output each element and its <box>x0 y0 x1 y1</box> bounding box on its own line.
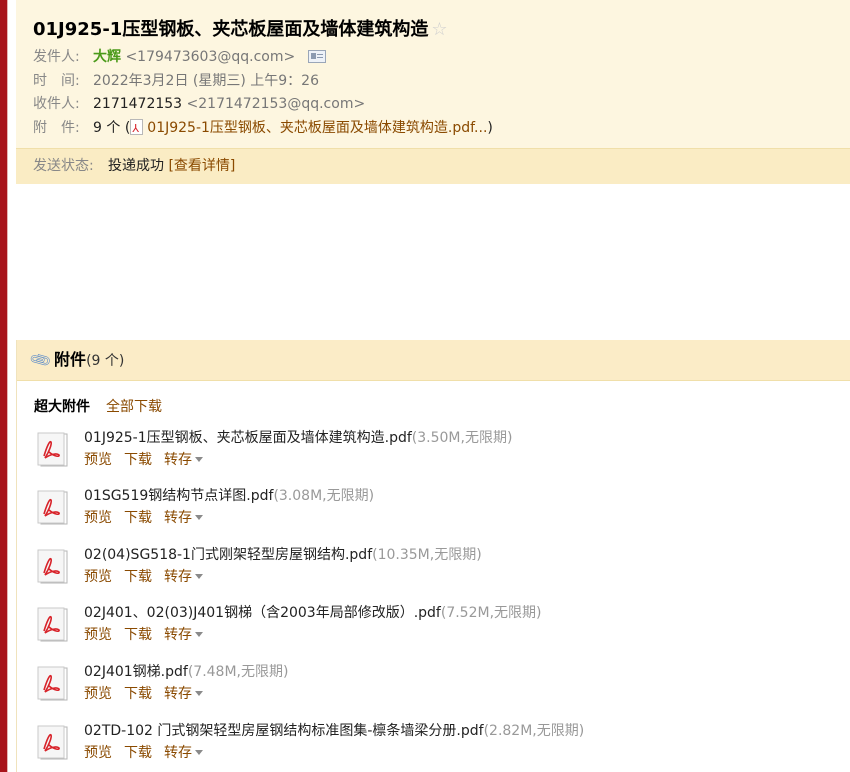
sender-label: 发件人: <box>33 49 80 65</box>
save-to-link[interactable]: 转存 <box>164 745 192 761</box>
left-accent-bar <box>0 0 8 772</box>
download-link[interactable]: 下载 <box>124 510 152 526</box>
attachment-size-expiry: (2.82M,无限期) <box>483 723 585 739</box>
pdf-icon <box>130 118 144 140</box>
preview-link[interactable]: 预览 <box>84 510 112 526</box>
recipient-row: 收件人: 2171472153 <2171472153@qq.com> <box>33 93 365 115</box>
pdf-file-icon <box>37 549 68 584</box>
pdf-file-icon <box>37 490 68 525</box>
chevron-down-icon[interactable] <box>195 457 203 462</box>
sender-name[interactable]: 大辉 <box>93 49 121 65</box>
attachments-panel: 📎︎附件(9 个) 超大附件 全部下载 01J925-1压型钢板、夹芯板屋面及墙体… <box>16 340 850 772</box>
attachment-item: 02TD-102 门式钢架轻型房屋钢结构标准图集-檩条墙梁分册.pdf(2.82… <box>37 720 837 770</box>
download-link[interactable]: 下载 <box>124 569 152 585</box>
attachment-actions: 预览 下载 转存 <box>84 624 203 644</box>
attachment-item: 02(04)SG518-1门式刚架轻型房屋钢结构.pdf(10.35M,无限期)… <box>37 544 837 594</box>
delivery-status-bar: 发送状态: 投递成功 [查看详情] <box>16 148 850 184</box>
attachment-name-line: 01SG519钢结构节点详图.pdf(3.08M,无限期) <box>84 485 374 505</box>
attachment-name-line: 02J401钢梯.pdf(7.48M,无限期) <box>84 661 288 681</box>
attachment-item: 02J401钢梯.pdf(7.48M,无限期) 预览 下载 转存 <box>37 661 837 711</box>
subject-text: 01J925-1压型钢板、夹芯板屋面及墙体建筑构造 <box>33 19 429 40</box>
chevron-down-icon[interactable] <box>195 574 203 579</box>
attachment-filename[interactable]: 02J401钢梯.pdf <box>84 664 188 680</box>
attachment-close-paren: ) <box>487 120 493 136</box>
chevron-down-icon[interactable] <box>195 691 203 696</box>
attachment-filename[interactable]: 02J401、02(03)J401钢梯（含2003年局部修改版）.pdf <box>84 605 441 621</box>
attachment-size-expiry: (7.52M,无限期) <box>440 605 542 621</box>
attachment-first-file-link[interactable]: 01J925-1压型钢板、夹芯板屋面及墙体建筑构造.pdf... <box>147 120 487 136</box>
chevron-down-icon[interactable] <box>195 750 203 755</box>
attachment-name-line: 02J401、02(03)J401钢梯（含2003年局部修改版）.pdf(7.5… <box>84 602 541 622</box>
preview-link[interactable]: 预览 <box>84 686 112 702</box>
time-row: 时 间: 2022年3月2日 (星期三) 上午9：26 <box>33 70 319 92</box>
large-attachments-title: 超大附件 <box>34 399 90 415</box>
attachment-size-expiry: (7.48M,无限期) <box>187 664 289 680</box>
preview-link[interactable]: 预览 <box>84 745 112 761</box>
attachment-size-expiry: (3.08M,无限期) <box>273 488 375 504</box>
attachment-item: 02J401、02(03)J401钢梯（含2003年局部修改版）.pdf(7.5… <box>37 602 837 652</box>
attachments-header: 📎︎附件(9 个) <box>17 340 850 381</box>
preview-link[interactable]: 预览 <box>84 569 112 585</box>
attachments-title: 附件 <box>54 350 87 369</box>
download-link[interactable]: 下载 <box>124 627 152 643</box>
chevron-down-icon[interactable] <box>195 515 203 520</box>
contact-card-icon[interactable] <box>307 50 326 63</box>
attachment-summary-row: 附 件:9 个 (01J925-1压型钢板、夹芯板屋面及墙体建筑构造.pdf..… <box>33 117 493 140</box>
attachment-actions: 预览 下载 转存 <box>84 507 203 527</box>
attachment-item: 01J925-1压型钢板、夹芯板屋面及墙体建筑构造.pdf(3.50M,无限期)… <box>37 427 837 477</box>
attachment-name-line: 02(04)SG518-1门式刚架轻型房屋钢结构.pdf(10.35M,无限期) <box>84 544 482 564</box>
attachment-filename[interactable]: 02TD-102 门式钢架轻型房屋钢结构标准图集-檩条墙梁分册.pdf <box>84 723 484 739</box>
preview-link[interactable]: 预览 <box>84 627 112 643</box>
save-to-link[interactable]: 转存 <box>164 686 192 702</box>
recipient-name[interactable]: 2171472153 <box>93 96 182 112</box>
attachment-size-expiry: (3.50M,无限期) <box>411 430 513 446</box>
sender-row: 发件人: 大辉 <179473603@qq.com> <box>33 46 326 68</box>
save-to-link[interactable]: 转存 <box>164 569 192 585</box>
email-header: 01J925-1压型钢板、夹芯板屋面及墙体建筑构造 ☆ 发件人: 大辉 <17947… <box>16 0 850 184</box>
attachment-size-expiry: (10.35M,无限期) <box>372 547 482 563</box>
pdf-file-icon <box>37 725 68 760</box>
attachment-filename[interactable]: 01J925-1压型钢板、夹芯板屋面及墙体建筑构造.pdf <box>84 430 412 446</box>
attachment-count: 9 个 <box>93 120 121 136</box>
save-to-link[interactable]: 转存 <box>164 510 192 526</box>
pdf-file-icon <box>37 666 68 701</box>
pdf-file-icon <box>37 607 68 642</box>
pdf-file-icon <box>37 432 68 467</box>
email-subject: 01J925-1压型钢板、夹芯板屋面及墙体建筑构造 ☆ <box>33 15 447 41</box>
download-all-link[interactable]: 全部下载 <box>106 399 162 415</box>
download-link[interactable]: 下载 <box>124 686 152 702</box>
save-to-link[interactable]: 转存 <box>164 627 192 643</box>
download-link[interactable]: 下载 <box>124 452 152 468</box>
status-value: 投递成功 <box>108 158 164 174</box>
attachment-filename[interactable]: 02(04)SG518-1门式刚架轻型房屋钢结构.pdf <box>84 547 372 563</box>
attachment-actions: 预览 下载 转存 <box>84 566 203 586</box>
status-label: 发送状态: <box>33 158 94 174</box>
sender-address: <179473603@qq.com> <box>125 49 296 65</box>
large-attachments-row: 超大附件 全部下载 <box>34 396 162 416</box>
attachments-count: (9 个) <box>86 353 125 369</box>
attachment-actions: 预览 下载 转存 <box>84 742 203 762</box>
attachment-actions: 预览 下载 转存 <box>84 683 203 703</box>
time-value: 2022年3月2日 (星期三) 上午9：26 <box>93 73 319 89</box>
view-details-link[interactable]: [查看详情] <box>168 158 235 174</box>
download-link[interactable]: 下载 <box>124 745 152 761</box>
chevron-down-icon[interactable] <box>195 632 203 637</box>
recipient-address: <2171472153@qq.com> <box>186 96 366 112</box>
attachment-name-line: 02TD-102 门式钢架轻型房屋钢结构标准图集-檩条墙梁分册.pdf(2.82… <box>84 720 584 740</box>
time-label: 时 间: <box>33 73 80 89</box>
attachment-filename[interactable]: 01SG519钢结构节点详图.pdf <box>84 488 273 504</box>
star-icon[interactable]: ☆ <box>431 19 447 40</box>
attachment-actions: 预览 下载 转存 <box>84 449 203 469</box>
attachment-item: 01SG519钢结构节点详图.pdf(3.08M,无限期) 预览 下载 转存 <box>37 485 837 535</box>
save-to-link[interactable]: 转存 <box>164 452 192 468</box>
recipient-label: 收件人: <box>33 96 80 112</box>
attachment-name-line: 01J925-1压型钢板、夹芯板屋面及墙体建筑构造.pdf(3.50M,无限期) <box>84 427 512 447</box>
attachment-label: 附 件: <box>33 120 80 136</box>
preview-link[interactable]: 预览 <box>84 452 112 468</box>
